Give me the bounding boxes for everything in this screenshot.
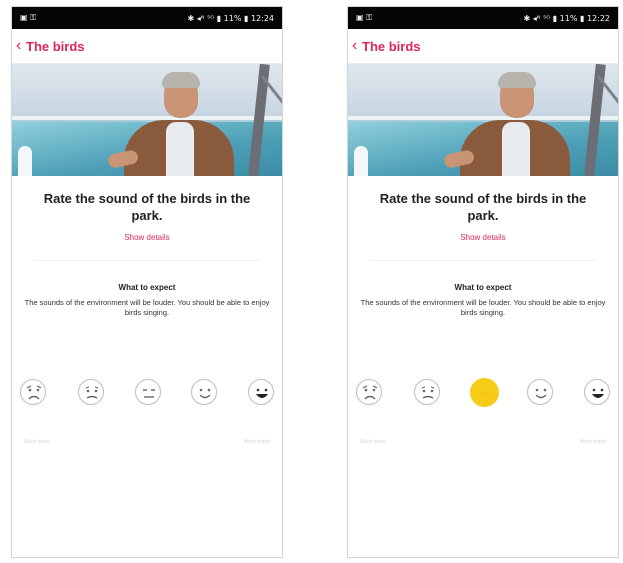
sad-face-icon[interactable] xyxy=(78,379,104,405)
smile-face-icon[interactable] xyxy=(527,379,553,405)
hero-image xyxy=(348,64,618,176)
expect-title: What to expect xyxy=(118,283,176,292)
status-bar: ▣ ⚿ ✱ ◂ᴺ ⁵ᴳ ▮ 11% ▮ 12:24 xyxy=(12,7,282,29)
scale-right-label: Much better xyxy=(243,439,270,445)
nav-bar: ‹ The birds xyxy=(348,29,618,64)
status-left-icons: ▣ ⚿ xyxy=(356,13,373,22)
sad-face-icon[interactable] xyxy=(414,379,440,405)
very-sad-face-icon[interactable] xyxy=(356,379,382,405)
scale-left-label: Much worse xyxy=(24,439,51,445)
expect-title: What to expect xyxy=(454,283,512,292)
page-title: The birds xyxy=(362,38,421,54)
status-right-info: ✱ ◂ᴺ ⁵ᴳ ▮ 11% ▮ 12:24 xyxy=(187,13,275,23)
neutral-face-icon[interactable] xyxy=(470,378,499,407)
page-title: The birds xyxy=(26,38,85,54)
expect-text: The sounds of the environment will be lo… xyxy=(360,298,606,317)
scale-right-label: Much better xyxy=(579,439,606,445)
smile-face-icon[interactable] xyxy=(191,379,217,405)
scale-left-label: Much worse xyxy=(360,439,387,445)
status-left-icons: ▣ ⚿ xyxy=(20,13,37,22)
back-chevron-icon[interactable]: ‹ xyxy=(16,37,26,55)
very-sad-face-icon[interactable] xyxy=(20,379,46,405)
status-right-info: ✱ ◂ᴺ ⁵ᴳ ▮ 11% ▮ 12:22 xyxy=(523,13,611,23)
show-details-link[interactable]: Show details xyxy=(12,233,282,242)
laugh-face-icon[interactable] xyxy=(248,379,274,405)
back-chevron-icon[interactable]: ‹ xyxy=(352,37,362,55)
show-details-link[interactable]: Show details xyxy=(348,233,618,242)
rating-question: Rate the sound of the birds in the park. xyxy=(379,191,587,223)
phone-screen-2: ▣ ⚿ ✱ ◂ᴺ ⁵ᴳ ▮ 11% ▮ 12:22 ‹ The birds Ra… xyxy=(347,6,619,558)
phone-screen-1: ▣ ⚿ ✱ ◂ᴺ ⁵ᴳ ▮ 11% ▮ 12:24 ‹ The birds Ra… xyxy=(11,6,283,558)
status-bar: ▣ ⚿ ✱ ◂ᴺ ⁵ᴳ ▮ 11% ▮ 12:22 xyxy=(348,7,618,29)
expect-text: The sounds of the environment will be lo… xyxy=(24,298,270,317)
divider xyxy=(370,260,596,261)
laugh-face-icon[interactable] xyxy=(584,379,610,405)
rating-question: Rate the sound of the birds in the park. xyxy=(43,191,251,223)
divider xyxy=(34,260,260,261)
neutral-face-icon[interactable] xyxy=(135,379,161,405)
hero-image xyxy=(12,64,282,176)
rating-faces xyxy=(12,379,282,409)
nav-bar: ‹ The birds xyxy=(12,29,282,64)
rating-faces xyxy=(348,378,618,409)
